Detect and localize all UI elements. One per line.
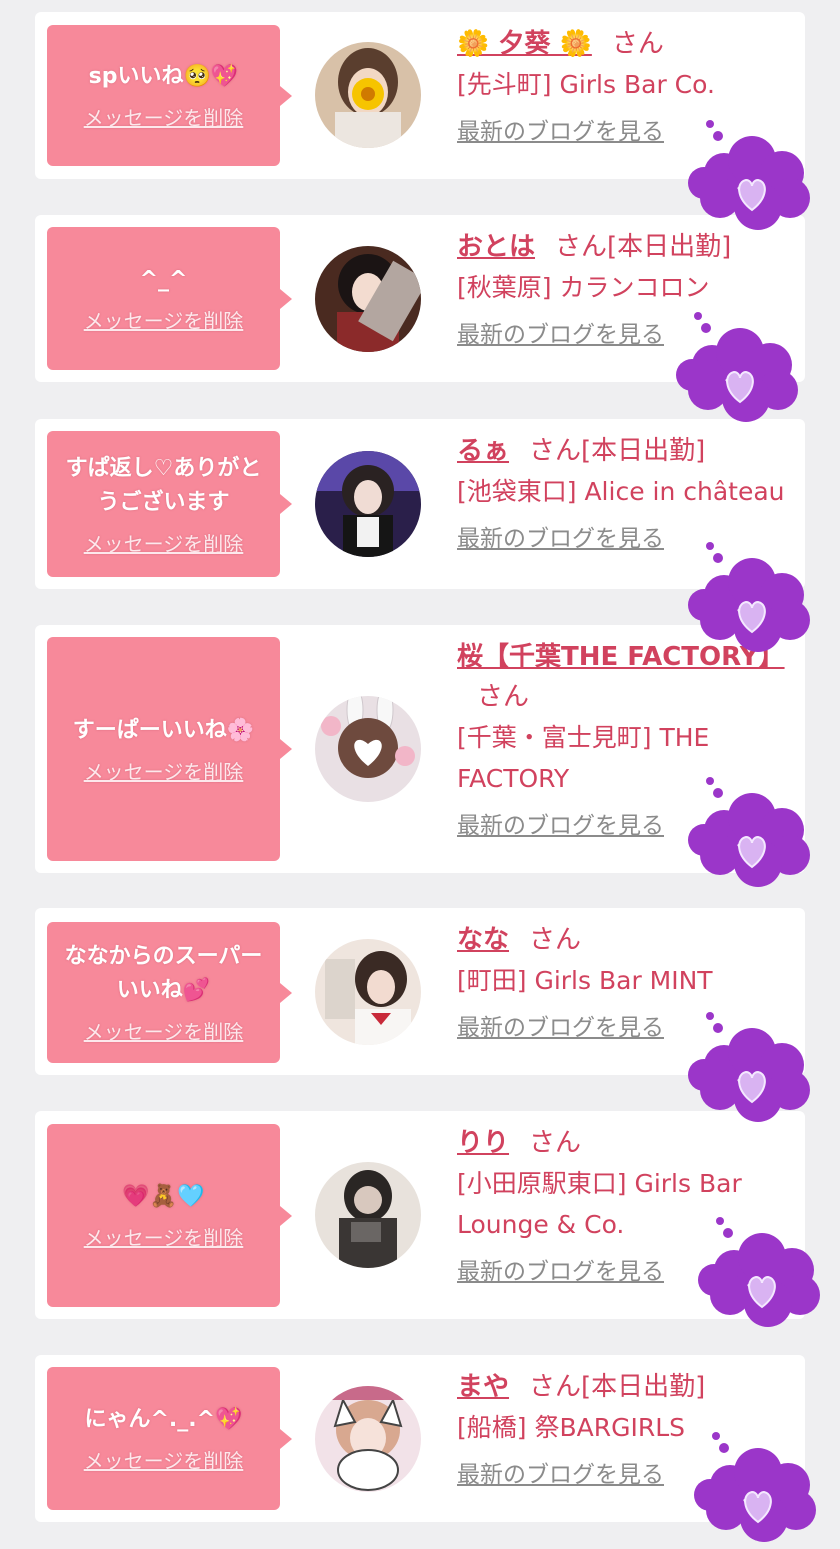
avatar[interactable] — [315, 42, 421, 148]
shop-name: [先斗町] Girls Bar Co. — [457, 70, 715, 99]
honorific: さん — [529, 1128, 582, 1158]
delete-message-link[interactable]: メッセージを削除 — [84, 305, 244, 334]
honorific: さん — [555, 232, 608, 262]
cast-name-link[interactable]: 🌼 夕葵 🌼 — [457, 29, 592, 59]
avatar[interactable] — [315, 451, 421, 557]
message-bubble: ^_^ メッセージを削除 — [47, 227, 292, 370]
purple-heart-cloud-icon[interactable] — [672, 310, 802, 425]
message-bubble: ななからのスーパーいいね💕 メッセージを削除 — [47, 922, 292, 1063]
cast-name-link[interactable]: なな — [457, 925, 509, 955]
honorific: さん — [529, 436, 582, 466]
avatar[interactable] — [315, 939, 421, 1045]
cast-name-link[interactable]: るぁ — [457, 436, 509, 466]
delete-message-link[interactable]: メッセージを削除 — [84, 528, 244, 557]
cast-name-link[interactable]: りり — [457, 1128, 509, 1158]
message-text: ななからのスーパーいいね💕 — [64, 944, 263, 1003]
message-bubble: 💗🧸🩵 メッセージを削除 — [47, 1124, 292, 1307]
message-text: 💗🧸🩵 — [122, 1184, 205, 1209]
status-label: [本日出勤] — [581, 436, 706, 466]
shop-name: [秋葉原] カランコロン — [457, 273, 710, 302]
avatar[interactable] — [315, 1162, 421, 1268]
avatar[interactable] — [315, 696, 421, 802]
delete-message-link[interactable]: メッセージを削除 — [84, 1445, 244, 1474]
purple-heart-cloud-icon[interactable] — [684, 1010, 814, 1125]
delete-message-link[interactable]: メッセージを削除 — [84, 756, 244, 785]
honorific: さん — [611, 29, 664, 59]
delete-message-link[interactable]: メッセージを削除 — [84, 1222, 244, 1251]
message-bubble: にゃん^._.^💖 メッセージを削除 — [47, 1367, 292, 1510]
honorific: さん — [529, 1372, 582, 1402]
purple-heart-cloud-icon[interactable] — [694, 1215, 824, 1330]
delete-message-link[interactable]: メッセージを削除 — [84, 102, 244, 131]
message-bubble: すーぱーいいね🌸 メッセージを削除 — [47, 637, 292, 861]
purple-heart-cloud-icon[interactable] — [690, 1430, 820, 1545]
delete-message-link[interactable]: メッセージを削除 — [84, 1016, 244, 1045]
status-label: [本日出勤] — [607, 232, 732, 262]
honorific: さん — [477, 682, 530, 712]
avatar[interactable] — [315, 246, 421, 352]
message-card: 💗🧸🩵 メッセージを削除 りり さん [小田原駅東口] Girls Bar Lou… — [35, 1111, 805, 1319]
cast-info: るぁ さん[本日出勤] [池袋東口] Alice in château 最新のブロ… — [457, 431, 797, 558]
purple-heart-cloud-icon[interactable] — [684, 118, 814, 233]
purple-heart-cloud-icon[interactable] — [684, 540, 814, 655]
message-text: にゃん^._.^💖 — [84, 1407, 243, 1432]
cast-name-link[interactable]: まや — [457, 1372, 509, 1402]
message-text: ^_^ — [139, 267, 188, 292]
message-bubble: すぱ返し♡ありがとうございます メッセージを削除 — [47, 431, 292, 577]
message-text: すぱ返し♡ありがとうございます — [65, 455, 262, 515]
honorific: さん — [529, 925, 582, 955]
shop-name: [町田] Girls Bar MINT — [457, 966, 713, 995]
message-text: spいいね🥺💖 — [88, 64, 239, 89]
purple-heart-cloud-icon[interactable] — [684, 775, 814, 890]
cast-name-link[interactable]: おとは — [457, 232, 535, 262]
avatar[interactable] — [315, 1386, 421, 1492]
status-label: [本日出勤] — [581, 1372, 706, 1402]
message-text: すーぱーいいね🌸 — [72, 717, 255, 743]
message-bubble: spいいね🥺💖 メッセージを削除 — [47, 25, 292, 166]
shop-name: [池袋東口] Alice in château — [457, 477, 785, 506]
